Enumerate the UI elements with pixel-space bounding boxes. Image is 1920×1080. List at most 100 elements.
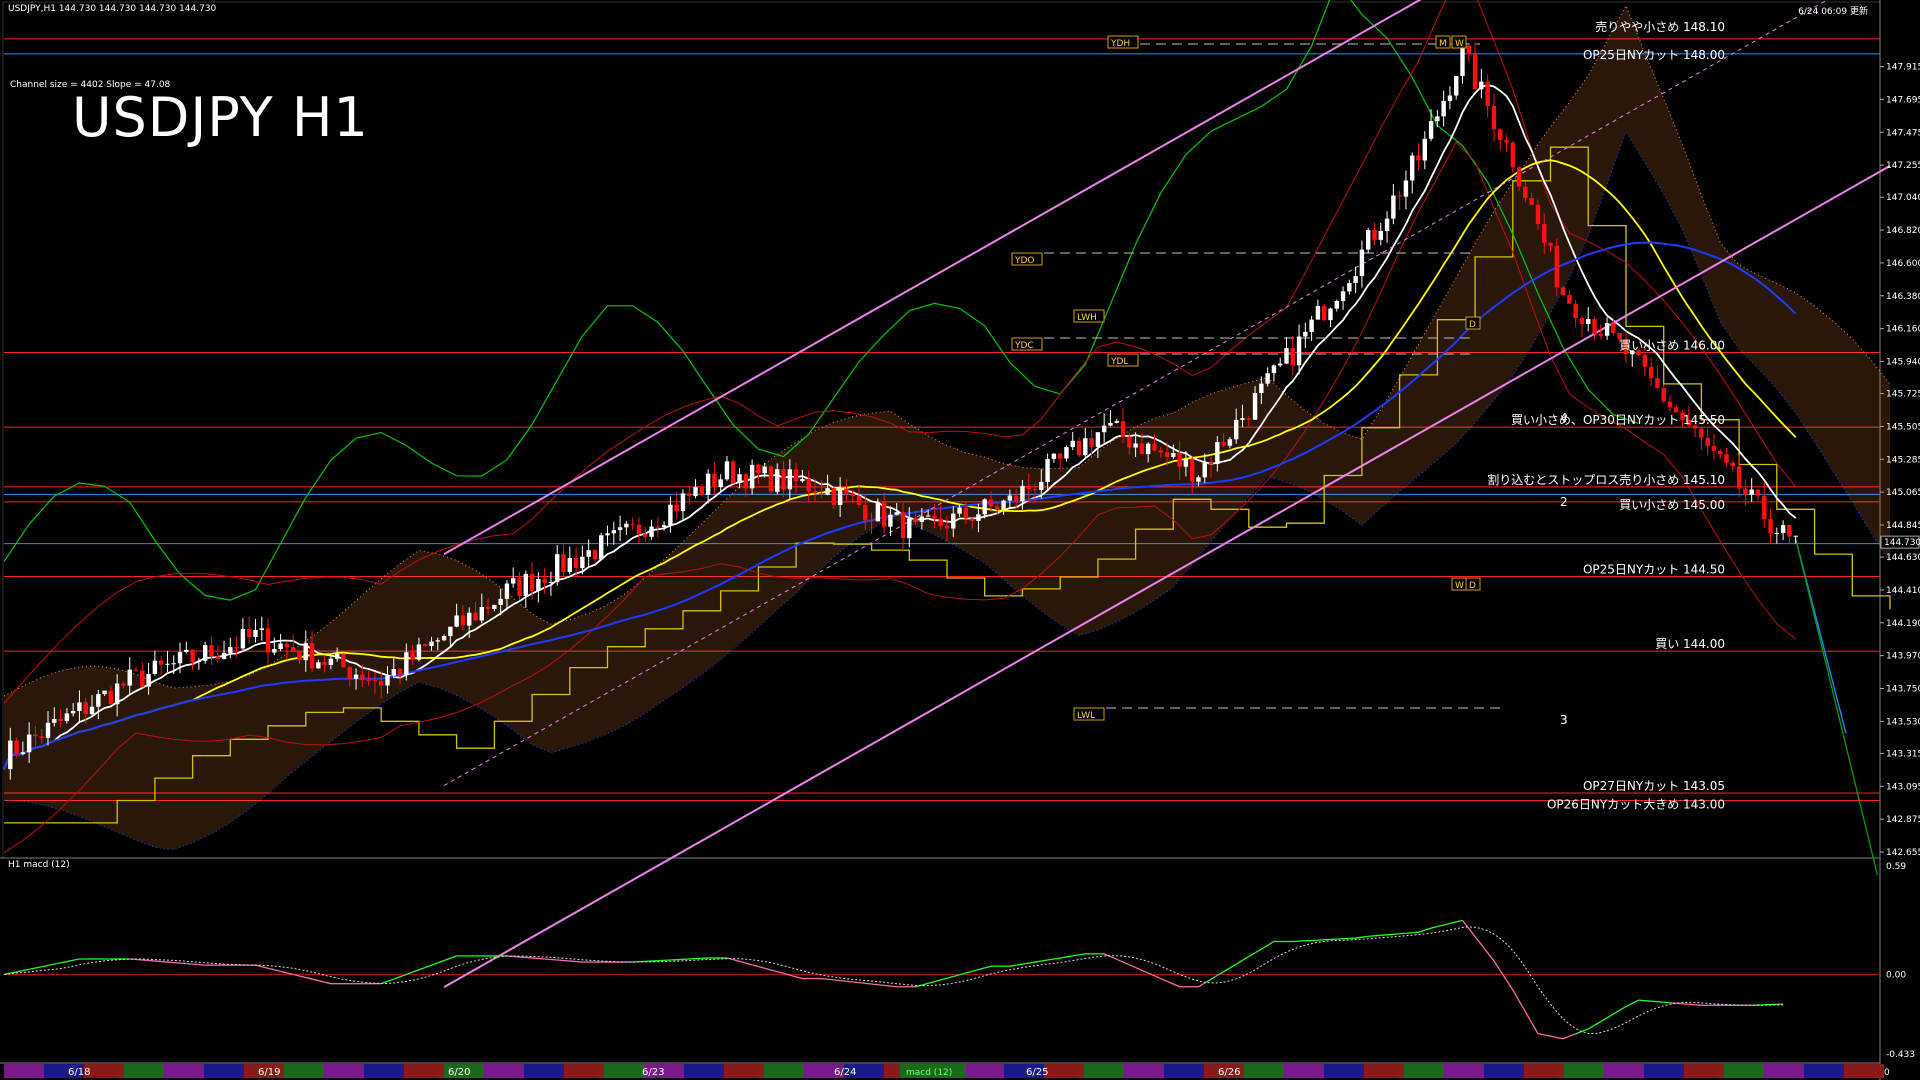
macd-line <box>1235 959 1243 965</box>
candle-body <box>322 662 327 666</box>
candle-body <box>1089 438 1094 447</box>
candle-body <box>278 643 283 650</box>
macd-line <box>1505 979 1514 991</box>
macd-line <box>877 984 885 987</box>
macd-line <box>1644 1000 1652 1002</box>
candle-body <box>825 488 830 495</box>
marker-label: YDO <box>1014 256 1035 266</box>
macd-line <box>846 980 853 983</box>
macd-line <box>789 974 797 978</box>
marker-label: YDL <box>1110 357 1128 367</box>
candle-body <box>1560 287 1566 296</box>
y-tick-label: 147.040 <box>1886 193 1920 203</box>
macd-level-label: 0.59 <box>1886 862 1906 872</box>
candle-body <box>1309 319 1314 332</box>
candle-body <box>881 502 887 527</box>
macd-line <box>777 971 784 975</box>
candle-body <box>1472 54 1478 90</box>
candle-body <box>1095 432 1101 447</box>
macd-line <box>1412 931 1419 934</box>
y-tick-label: 142.655 <box>1886 848 1920 858</box>
candle-body <box>303 643 308 661</box>
candle-body <box>1007 495 1013 501</box>
candle-body <box>385 675 390 686</box>
date-bar-segment <box>684 1064 724 1078</box>
candle-body <box>1749 489 1754 495</box>
chart-canvas: 147.915 147.695 147.475 147.255 147.040 146.8… <box>0 0 1920 1080</box>
candle-body <box>234 647 239 649</box>
candle-body <box>995 506 1000 510</box>
y-tick-label: 143.750 <box>1886 684 1920 694</box>
macd-line <box>443 957 451 962</box>
candle-body <box>1724 454 1729 463</box>
date-bar-segment <box>1404 1064 1444 1078</box>
candle-body <box>787 469 793 490</box>
candle-body <box>1284 348 1289 364</box>
candle-body <box>856 496 862 505</box>
date-bar-segment <box>524 1064 564 1078</box>
candle-body <box>1259 383 1264 393</box>
level-label: 買い小さめ 146.00 <box>1619 339 1725 353</box>
candle-body <box>1542 224 1547 243</box>
macd-line <box>1657 1001 1664 1003</box>
candle-body <box>45 722 51 738</box>
macd-line <box>557 959 564 962</box>
candle-body <box>1108 422 1113 426</box>
candle-body <box>485 607 491 609</box>
candle-body <box>925 515 931 517</box>
macd-line <box>1468 928 1476 938</box>
candle-body <box>988 499 994 507</box>
candle-body <box>152 660 158 674</box>
y-tick-label: 142.875 <box>1886 815 1920 825</box>
candle-body <box>8 740 13 770</box>
macd-line <box>311 978 319 982</box>
candle-body <box>668 504 673 526</box>
candle-body <box>1076 440 1082 456</box>
candle-body <box>240 628 246 649</box>
candle-body <box>1743 488 1748 495</box>
macd-line <box>10 971 17 974</box>
macd-line <box>739 960 746 964</box>
candle-body <box>517 578 522 596</box>
candle-body <box>1410 155 1415 181</box>
candle-body <box>737 474 742 484</box>
candle-body <box>536 579 541 591</box>
macd-line <box>387 978 394 982</box>
macd-line <box>16 969 23 973</box>
candle-body <box>1334 301 1339 309</box>
candle-body <box>1403 180 1409 197</box>
macd-line <box>142 959 149 962</box>
candle-body <box>1498 129 1503 141</box>
candle-body <box>171 663 176 665</box>
candle-body <box>1604 323 1610 336</box>
candle-body <box>1057 453 1063 459</box>
candle-body <box>1397 195 1402 197</box>
candle-body <box>1101 425 1107 433</box>
date-bar-segment <box>484 1064 524 1078</box>
candle-body <box>479 607 484 621</box>
macd-line <box>1424 927 1432 931</box>
candle-body <box>976 514 981 521</box>
level-label: 買い 144.00 <box>1655 637 1725 651</box>
candle-body <box>83 702 88 715</box>
candle-body <box>1523 186 1528 199</box>
macd-line <box>1619 1006 1627 1011</box>
macd-line <box>927 981 935 984</box>
candle-body <box>1699 428 1704 438</box>
macd-line <box>965 970 973 974</box>
candle-body <box>555 554 560 582</box>
macd-line <box>1443 922 1451 926</box>
y-tick-label: 146.600 <box>1886 259 1920 269</box>
candle-body <box>397 668 403 675</box>
date-bar-segment <box>604 1064 644 1078</box>
macd-line <box>1638 999 1645 1002</box>
macd-line <box>827 978 834 981</box>
candle-body <box>775 469 780 492</box>
subwindow-label: H1 macd (12) <box>8 860 70 870</box>
macd-line <box>274 969 281 972</box>
date-label: 6/26 <box>1218 1067 1240 1078</box>
macd-line <box>1537 1032 1545 1036</box>
candle-body <box>177 652 183 664</box>
date-bar-segment <box>1724 1064 1764 1078</box>
macd-line <box>840 979 847 982</box>
